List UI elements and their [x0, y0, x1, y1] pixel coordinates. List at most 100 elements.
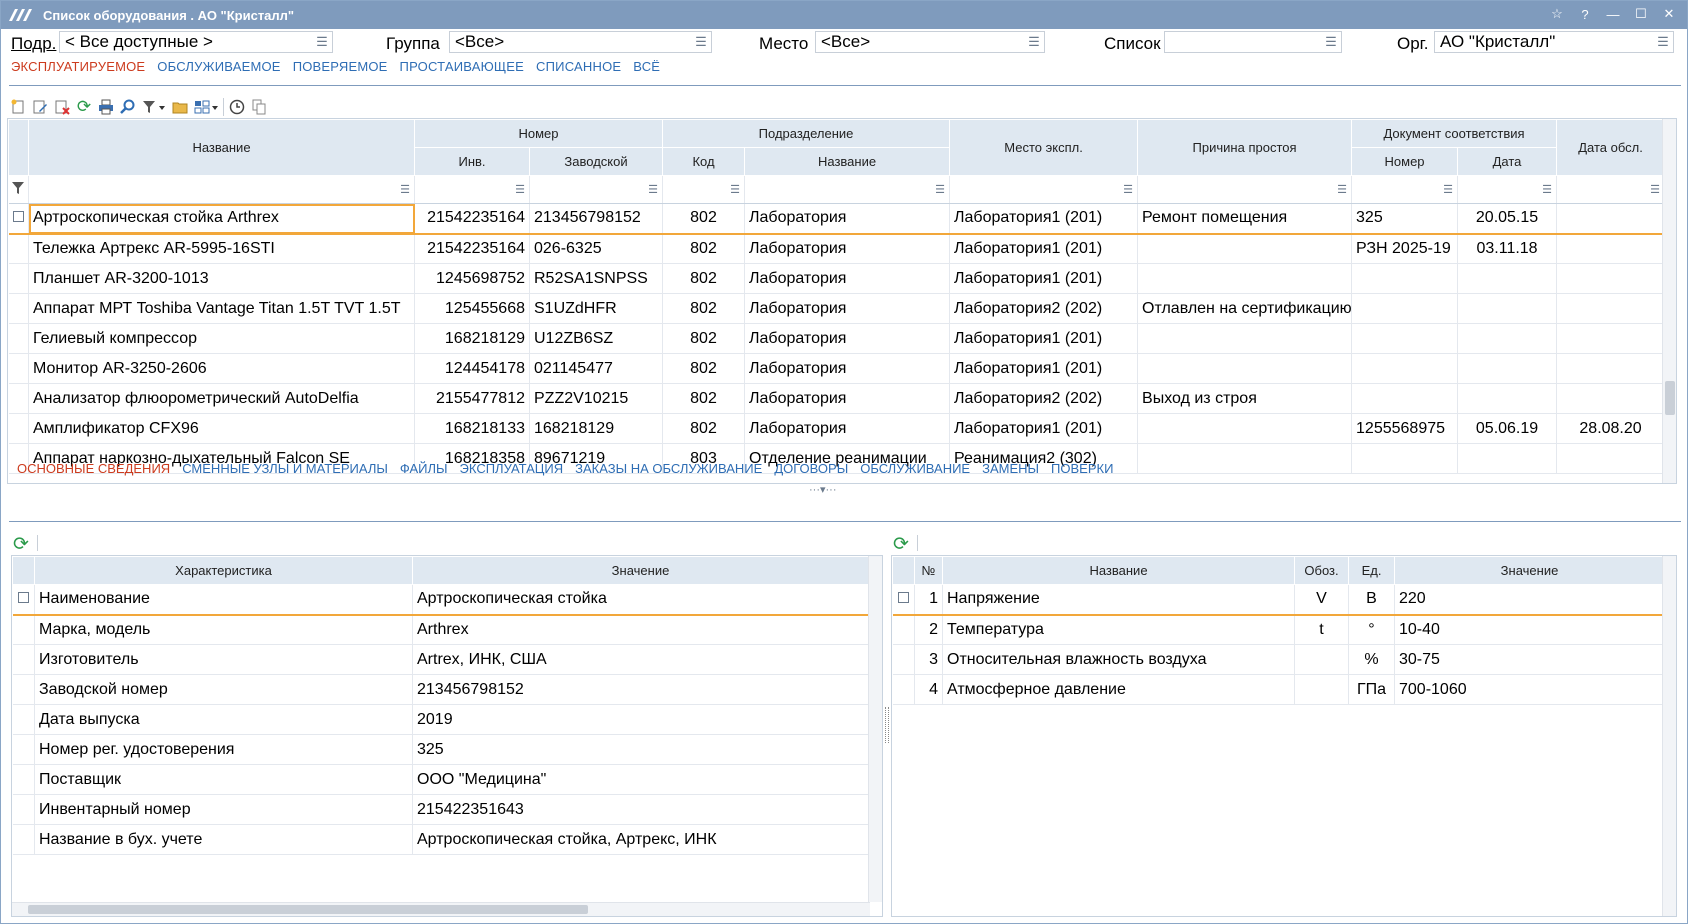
- place-select[interactable]: <Все> ☰: [815, 31, 1045, 53]
- params-row[interactable]: 3 Относительная влажность воздуха% 30-75: [892, 644, 1665, 675]
- params-row-indicator[interactable]: [892, 614, 915, 645]
- edit-record-icon[interactable]: [31, 98, 49, 116]
- podr-select[interactable]: < Все доступные > ☰: [59, 31, 333, 53]
- details-char-cell[interactable]: Название в бух. учете: [34, 824, 413, 855]
- cell-inv[interactable]: 124454178: [414, 353, 530, 384]
- params-value-cell[interactable]: 700-1060: [1394, 674, 1665, 705]
- details-value-cell[interactable]: ООО "Медицина": [412, 764, 869, 795]
- cell-reason[interactable]: [1137, 413, 1353, 444]
- close-button[interactable]: ✕: [1657, 4, 1681, 24]
- params-row[interactable]: 4 Атмосферное давление ГПа 700-1060: [892, 674, 1665, 705]
- details-char-cell[interactable]: Номер рег. удостоверения: [34, 734, 413, 765]
- podr-menu-icon[interactable]: ☰: [313, 33, 331, 51]
- cell-name[interactable]: Планшет AR-3200-1013: [28, 263, 415, 294]
- tab-replacements[interactable]: ЗАМЕНЫ: [982, 461, 1039, 476]
- cell-serial[interactable]: 026-6325: [529, 233, 664, 264]
- tab-main-info[interactable]: ОСНОВНЫЕ СВЕДЕНИЯ: [17, 461, 170, 476]
- filter-cell-serial[interactable]: ☰: [529, 175, 664, 204]
- params-row-checkbox[interactable]: [897, 592, 909, 604]
- cell-code[interactable]: 802: [662, 293, 746, 324]
- scroll-thumb[interactable]: [1665, 381, 1675, 415]
- details-row[interactable]: Марка, модель Arthrex: [12, 614, 869, 645]
- filter-cell-place[interactable]: ☰: [949, 175, 1139, 204]
- params-value-header[interactable]: Значение: [1394, 556, 1665, 585]
- details-row-checkbox[interactable]: [17, 592, 29, 604]
- copy-icon[interactable]: [250, 98, 268, 116]
- row-indicator[interactable]: [8, 203, 29, 235]
- cell-place[interactable]: Лаборатория1 (201): [949, 323, 1139, 354]
- params-no-cell[interactable]: 1: [914, 584, 943, 616]
- details-char-cell[interactable]: Поставщик: [34, 764, 413, 795]
- filter-cell-reason[interactable]: ☰: [1137, 175, 1353, 204]
- details-value-cell[interactable]: 325: [412, 734, 869, 765]
- cell-doc-num[interactable]: [1351, 383, 1459, 414]
- vertical-splitter[interactable]: [885, 707, 889, 743]
- cell-place[interactable]: Лаборатория1 (201): [949, 263, 1139, 294]
- col-div-name-header[interactable]: Название: [744, 147, 951, 176]
- details-char-cell[interactable]: Наименование: [34, 584, 413, 616]
- details-char-cell[interactable]: Изготовитель: [34, 644, 413, 675]
- details-row[interactable]: Заводской номер 213456798152: [12, 674, 869, 705]
- cell-code[interactable]: 802: [662, 353, 746, 384]
- cell-division[interactable]: Лаборатория: [744, 413, 951, 444]
- layout-dropdown-icon[interactable]: [193, 98, 219, 116]
- details-char-cell[interactable]: Дата выпуска: [34, 704, 413, 735]
- details-hscroll-thumb[interactable]: [28, 905, 588, 914]
- cell-name[interactable]: Анализатор флюорометрический AutoDelfia: [28, 383, 415, 414]
- params-unit-cell[interactable]: %: [1348, 644, 1395, 675]
- cell-doc-num[interactable]: 325: [1351, 203, 1459, 235]
- cell-reason[interactable]: Выход из строя: [1137, 383, 1353, 414]
- table-row[interactable]: Анализатор флюорометрический AutoDelfia 2…: [8, 383, 1666, 414]
- row-indicator[interactable]: [8, 293, 29, 324]
- params-name-header[interactable]: Название: [942, 556, 1295, 585]
- params-refresh-icon[interactable]: ⟳: [893, 533, 909, 556]
- cell-code[interactable]: 802: [662, 323, 746, 354]
- details-horizontal-scrollbar[interactable]: [12, 902, 870, 916]
- cell-name[interactable]: Гелиевый компрессор: [28, 323, 415, 354]
- params-unit-cell[interactable]: В: [1348, 584, 1395, 616]
- cell-doc-date[interactable]: [1457, 293, 1558, 324]
- cell-doc-date[interactable]: 05.06.19: [1457, 413, 1558, 444]
- cell-inv[interactable]: 21542235164: [414, 233, 530, 264]
- details-row-indicator[interactable]: [12, 734, 35, 765]
- cell-inv[interactable]: 2155477812: [414, 383, 530, 414]
- tab-files[interactable]: ФАЙЛЫ: [400, 461, 448, 476]
- cell-service-date[interactable]: [1556, 233, 1666, 264]
- details-row[interactable]: Изготовитель Artrex, ИНК, США: [12, 644, 869, 675]
- params-no-cell[interactable]: 4: [914, 674, 943, 705]
- table-row[interactable]: Тележка Артрекс AR-5995-16STI 21542235164…: [8, 233, 1666, 264]
- params-row-indicator[interactable]: [892, 584, 915, 616]
- params-sym-header[interactable]: Обоз.: [1294, 556, 1349, 585]
- details-row-indicator[interactable]: [12, 704, 35, 735]
- cell-reason[interactable]: [1137, 353, 1353, 384]
- cell-service-date[interactable]: [1556, 383, 1666, 414]
- params-row[interactable]: 2 Температура t ° 10-40: [892, 614, 1665, 645]
- cell-doc-num[interactable]: 1255568975: [1351, 413, 1459, 444]
- cell-name[interactable]: Артроскопическая стойка Arthrex: [28, 203, 415, 235]
- col-doc-num-header[interactable]: Номер: [1351, 147, 1459, 176]
- minimize-button[interactable]: —: [1601, 4, 1625, 24]
- cell-reason[interactable]: [1137, 233, 1353, 264]
- col-serial-header[interactable]: Заводской: [528, 147, 664, 176]
- params-name-cell[interactable]: Относительная влажность воздуха: [942, 644, 1295, 675]
- details-value-cell[interactable]: Arthrex: [412, 614, 869, 645]
- tab-contracts[interactable]: ДОГОВОРЫ: [774, 461, 848, 476]
- place-menu-icon[interactable]: ☰: [1025, 33, 1043, 51]
- params-unit-cell[interactable]: °: [1348, 614, 1395, 645]
- params-sym-cell[interactable]: [1294, 674, 1349, 705]
- cell-division[interactable]: Лаборатория: [744, 203, 951, 235]
- params-value-cell[interactable]: 10-40: [1394, 614, 1665, 645]
- details-row[interactable]: Дата выпуска 2019: [12, 704, 869, 735]
- cell-division[interactable]: Лаборатория: [744, 323, 951, 354]
- params-sym-cell[interactable]: t: [1294, 614, 1349, 645]
- details-refresh-icon[interactable]: ⟳: [13, 533, 29, 556]
- cell-reason[interactable]: [1137, 443, 1353, 474]
- cell-reason[interactable]: [1137, 263, 1353, 294]
- org-select[interactable]: АО "Кристалл" ☰: [1434, 31, 1674, 53]
- details-value-cell[interactable]: Артроскопическая стойка, Артрекс, ИНК: [412, 824, 869, 855]
- params-name-cell[interactable]: Температура: [942, 614, 1295, 645]
- cell-place[interactable]: Лаборатория1 (201): [949, 353, 1139, 384]
- col-code-header[interactable]: Код: [662, 147, 746, 176]
- col-doc-date-header[interactable]: Дата: [1457, 147, 1558, 176]
- refresh-icon[interactable]: ⟳: [75, 97, 93, 116]
